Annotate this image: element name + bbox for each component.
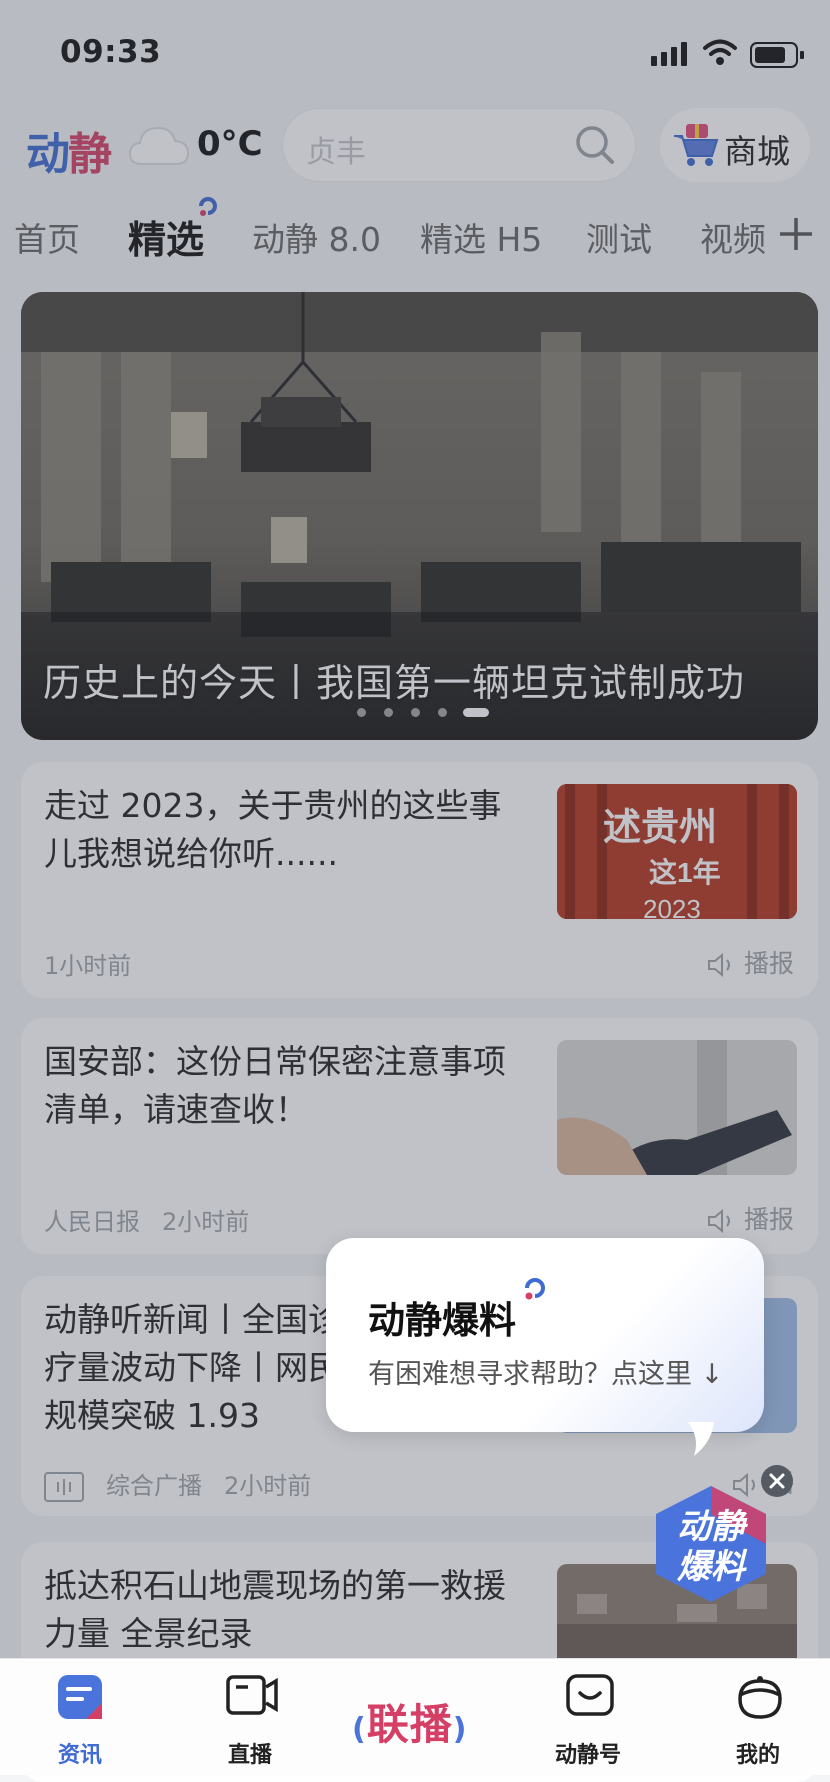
wave-left-icon: ( [352,1712,367,1747]
nav-lianbo-label: 联播 [366,1700,453,1749]
badge-text-2: 爆料 [677,1548,748,1586]
wave-right-icon: ) [452,1712,468,1747]
nav-news[interactable]: 资讯 [20,1659,140,1775]
nav-mine-label: 我的 [735,1743,780,1768]
popup-pointer [688,1422,716,1462]
tip-popup[interactable]: 动静爆料 有困难想寻求帮助？点这里 ↓ [326,1238,764,1432]
nav-dongjing-hao-label: 动静号 [554,1743,621,1768]
brand-mark-icon [522,1276,548,1306]
popup-subtitle: 有困难想寻求帮助？点这里 ↓ [368,1359,724,1390]
nav-dongjing-hao[interactable]: 动静号 [528,1659,648,1775]
nav-live[interactable]: 直播 [190,1659,310,1775]
news-tab-icon [56,1673,104,1725]
bottom-navigation: 资讯 直播 (联播) 动静号 我的 [0,1658,830,1775]
profile-avatar-icon [734,1673,786,1725]
badge-text-1: 动静 [677,1508,749,1546]
nav-live-label: 直播 [227,1743,272,1768]
nav-lianbo[interactable]: (联播) [352,1691,467,1752]
baoliao-float-button[interactable]: 动静 爆料 [652,1484,770,1608]
live-video-icon [226,1673,278,1721]
close-icon[interactable] [760,1464,794,1502]
nav-mine[interactable]: 我的 [698,1659,818,1775]
nav-news-label: 资讯 [57,1743,102,1768]
popup-title: 动静爆料 [368,1299,516,1342]
dongjing-hao-icon [564,1673,616,1721]
